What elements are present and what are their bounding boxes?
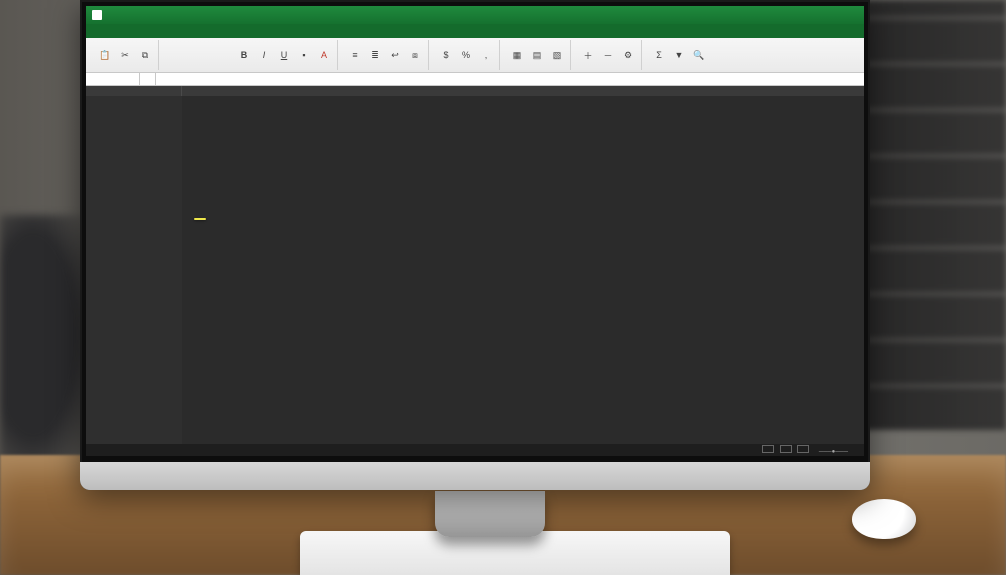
mouse-peripheral — [852, 499, 916, 539]
name-box[interactable] — [86, 73, 140, 85]
align-center-button[interactable]: ≣ — [366, 46, 384, 64]
view-normal-button[interactable] — [762, 445, 774, 453]
font-select[interactable] — [167, 46, 213, 64]
app-icon — [92, 10, 102, 20]
comma-button[interactable]: , — [477, 46, 495, 64]
cell-styles-button[interactable]: ▧ — [548, 46, 566, 64]
formula-bar — [86, 72, 864, 86]
ribbon-tabs — [86, 24, 864, 38]
formula-input[interactable] — [156, 73, 864, 85]
font-color-button[interactable]: A — [315, 46, 333, 64]
delete-cells-button[interactable]: － — [599, 46, 617, 64]
italic-button[interactable]: I — [255, 46, 273, 64]
bold-button[interactable]: B — [235, 46, 253, 64]
keyboard-peripheral — [300, 531, 730, 575]
zoom-slider[interactable]: ───●─── — [819, 449, 848, 455]
zoom-controls: ───●─── — [760, 445, 858, 455]
font-size-select[interactable] — [215, 46, 233, 64]
fill-color-button[interactable]: ▪ — [295, 46, 313, 64]
currency-button[interactable]: $ — [437, 46, 455, 64]
insert-cells-button[interactable]: ＋ — [579, 46, 597, 64]
find-button[interactable]: 🔍 — [690, 46, 708, 64]
paste-button[interactable]: 📋 — [96, 46, 114, 64]
cut-button[interactable]: ✂ — [116, 46, 134, 64]
ribbon-group-cells: ＋ － ⚙ — [575, 40, 642, 70]
wrap-text-button[interactable]: ↩ — [386, 46, 404, 64]
copy-button[interactable]: ⧉ — [136, 46, 154, 64]
cells-grid[interactable] — [182, 96, 864, 444]
fx-icon[interactable] — [140, 73, 156, 85]
view-break-button[interactable] — [797, 445, 809, 453]
underline-button[interactable]: U — [275, 46, 293, 64]
percent-button[interactable]: % — [457, 46, 475, 64]
align-left-button[interactable]: ≡ — [346, 46, 364, 64]
format-table-button[interactable]: ▤ — [528, 46, 546, 64]
ribbon-group-font: B I U ▪ A — [163, 40, 338, 70]
merge-button[interactable]: ⧈ — [406, 46, 424, 64]
ribbon-group-styles: ▦ ▤ ▧ — [504, 40, 571, 70]
screen: 📋 ✂ ⧉ B I U ▪ A ≡ ≣ ↩ ⧈ $ % — [86, 6, 864, 456]
column-headers — [86, 86, 864, 96]
ribbon-group-clipboard: 📋 ✂ ⧉ — [92, 40, 159, 70]
monitor-stand — [435, 491, 545, 537]
select-all-corner[interactable] — [86, 86, 182, 96]
ribbon-group-alignment: ≡ ≣ ↩ ⧈ — [342, 40, 429, 70]
status-bar: ───●─── — [86, 444, 864, 456]
autosum-button[interactable]: Σ — [650, 46, 668, 64]
ribbon-group-number: $ % , — [433, 40, 500, 70]
conditional-format-button[interactable]: ▦ — [508, 46, 526, 64]
format-cells-button[interactable]: ⚙ — [619, 46, 637, 64]
ribbon: 📋 ✂ ⧉ B I U ▪ A ≡ ≣ ↩ ⧈ $ % — [86, 38, 864, 72]
monitor: 📋 ✂ ⧉ B I U ▪ A ≡ ≣ ↩ ⧈ $ % — [80, 0, 870, 490]
ribbon-group-editing: Σ ▼ 🔍 — [646, 40, 712, 70]
worksheet-area — [86, 96, 864, 444]
title-bar — [86, 6, 864, 24]
row-label-panel — [86, 96, 182, 444]
view-layout-button[interactable] — [780, 445, 792, 453]
cell-badge — [194, 218, 206, 220]
sort-filter-button[interactable]: ▼ — [670, 46, 688, 64]
